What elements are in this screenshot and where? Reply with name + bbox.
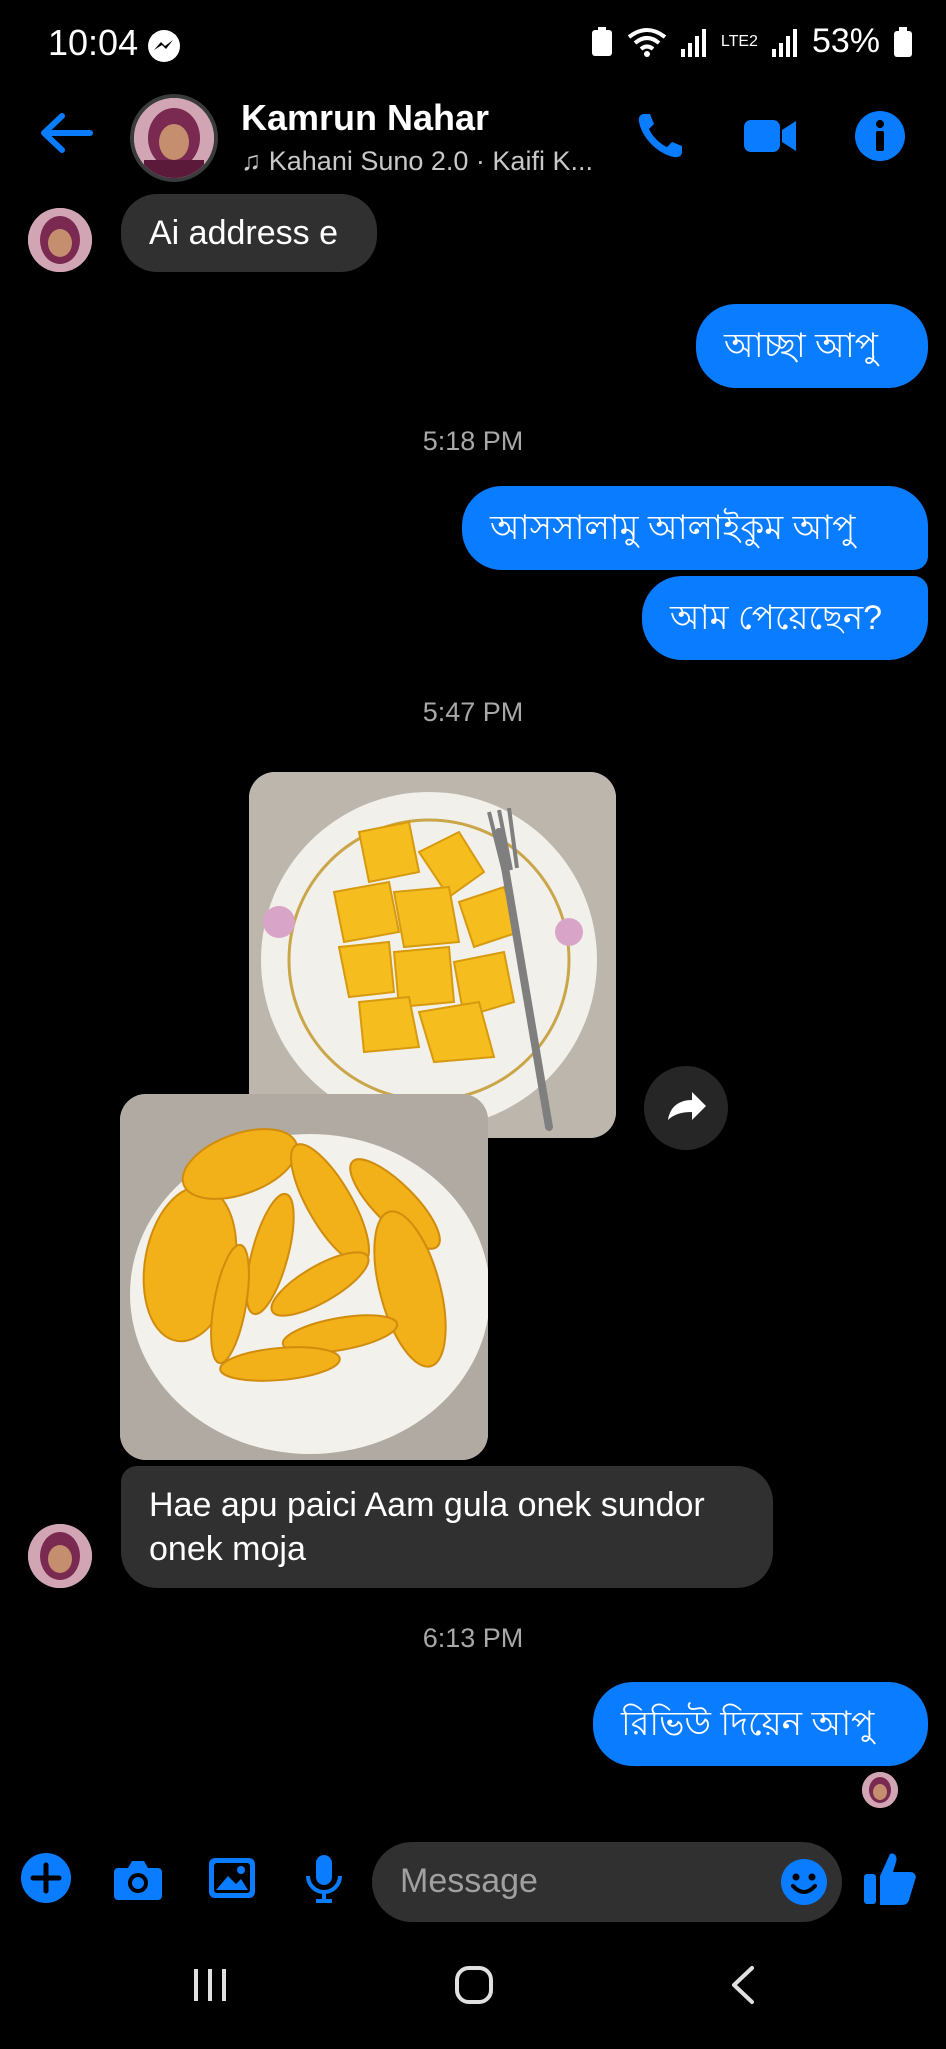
avatar-image bbox=[28, 1524, 92, 1588]
contact-avatar-small[interactable] bbox=[28, 208, 92, 272]
contact-name[interactable]: Kamrun Nahar bbox=[241, 97, 489, 139]
wifi-icon bbox=[627, 27, 667, 57]
timestamp: 5:18 PM bbox=[422, 426, 524, 456]
status-icons: LTE2 53% bbox=[591, 22, 912, 61]
gallery-icon[interactable] bbox=[206, 1852, 258, 1904]
plus-icon[interactable] bbox=[20, 1852, 72, 1904]
seen-avatar bbox=[862, 1772, 898, 1808]
signal-icon bbox=[680, 28, 706, 57]
message-bubble-outgoing[interactable]: রিভিউ দিয়েন আপু bbox=[593, 1682, 928, 1766]
info-icon[interactable] bbox=[852, 108, 908, 164]
message-bubble-outgoing[interactable]: আসসালামু আলাইকুম আপু bbox=[462, 486, 928, 570]
shared-photo[interactable] bbox=[120, 1094, 488, 1460]
music-note-icon: ♫ bbox=[241, 146, 269, 176]
battery-percent: 53% bbox=[811, 22, 880, 60]
signal-icon-2 bbox=[771, 28, 797, 57]
recent-apps-icon[interactable] bbox=[190, 1965, 230, 2005]
status-time: 10:04 bbox=[48, 22, 139, 63]
message-text-line: Hae apu paici Aam gula onek sundor bbox=[149, 1486, 705, 1524]
microphone-icon[interactable] bbox=[298, 1852, 350, 1904]
network-label: LTE2 bbox=[720, 32, 758, 50]
message-bubble-incoming[interactable]: Hae apu paici Aam gula onek sundor onek … bbox=[121, 1466, 773, 1588]
audio-call-icon[interactable] bbox=[632, 108, 688, 164]
video-call-icon[interactable] bbox=[742, 108, 798, 164]
avatar-image bbox=[28, 208, 92, 272]
camera-icon[interactable] bbox=[112, 1852, 164, 1904]
shared-photo[interactable] bbox=[249, 772, 616, 1138]
contact-avatar[interactable] bbox=[130, 94, 218, 182]
back-icon[interactable] bbox=[724, 1965, 764, 2005]
now-playing-text: Kahani Suno 2.0 · Kaifi K... bbox=[268, 146, 593, 176]
message-input-placeholder: Message bbox=[400, 1862, 538, 1900]
mango-photo-image bbox=[249, 772, 616, 1138]
battery-icon bbox=[894, 26, 912, 57]
message-bubble-outgoing[interactable]: আচ্ছা আপু bbox=[696, 304, 928, 388]
now-playing-status[interactable]: ♫ Kahani Suno 2.0 · Kaifi K... bbox=[241, 146, 593, 177]
message-bubble-outgoing[interactable]: আম পেয়েছেন? bbox=[642, 576, 928, 660]
mango-photo-image bbox=[120, 1094, 488, 1460]
message-bubble-incoming[interactable]: Ai address e bbox=[121, 194, 377, 272]
home-icon[interactable] bbox=[454, 1965, 494, 2005]
timestamp: 6:13 PM bbox=[422, 1623, 524, 1653]
avatar-image bbox=[862, 1772, 898, 1808]
forward-icon[interactable] bbox=[644, 1066, 728, 1150]
back-arrow-icon[interactable] bbox=[36, 108, 96, 158]
message-text-line: onek moja bbox=[149, 1530, 306, 1568]
messenger-notification-icon bbox=[148, 30, 180, 62]
contact-avatar-small[interactable] bbox=[28, 1524, 92, 1588]
avatar-image bbox=[134, 98, 214, 178]
emoji-icon[interactable] bbox=[780, 1858, 828, 1906]
thumbs-up-icon[interactable] bbox=[862, 1848, 918, 1908]
battery-saver-icon bbox=[591, 26, 612, 56]
timestamp: 5:47 PM bbox=[422, 697, 524, 727]
